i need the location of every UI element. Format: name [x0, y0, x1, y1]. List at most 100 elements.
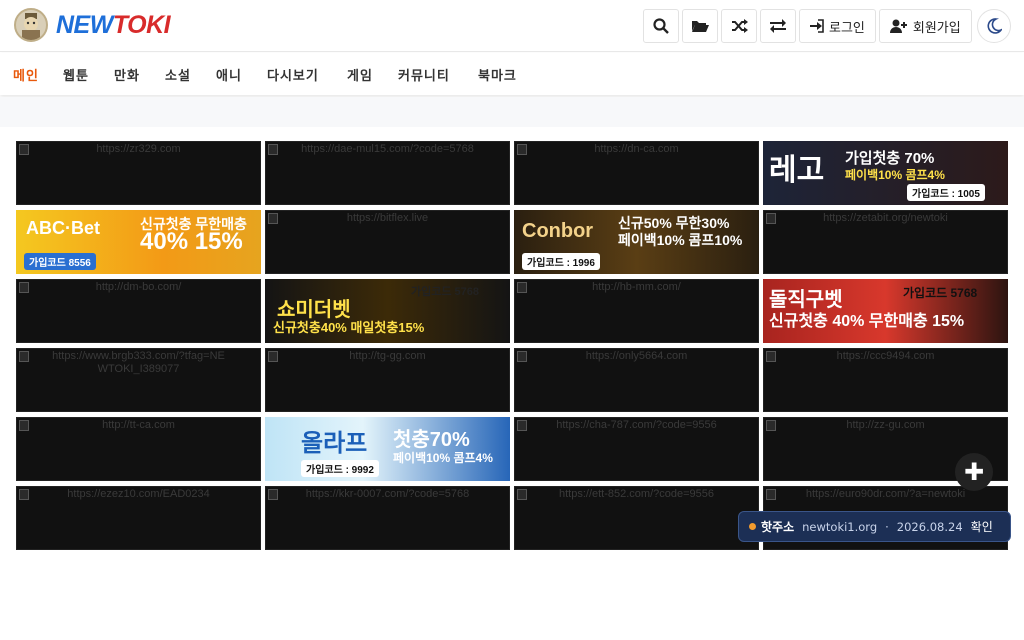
banner-alt-url: http://dm-bo.com/: [95, 281, 182, 293]
ad-text-line3: 페이백10% 콤프4%: [845, 168, 945, 182]
ad-banner[interactable]: 올라프 첫충70% 페이백10% 콤프4% 가입코드 : 9992: [265, 417, 510, 481]
ad-text-line1: 레고: [769, 154, 825, 187]
sign-in-icon: [810, 19, 824, 33]
nav-item-novel[interactable]: 소설: [165, 65, 191, 84]
site-name-part2: TOKI: [112, 10, 171, 39]
banner-tile[interactable]: http://tg-gg.com: [265, 348, 510, 412]
notice-domain: newtoki1.org: [802, 519, 878, 534]
ad-text-line3: 신규첫충40% 매일첫충15%: [273, 320, 425, 335]
moon-icon: [987, 18, 1002, 34]
notice-label: 핫주소: [761, 520, 795, 534]
ad-code-badge: 가입코드 : 1996: [522, 253, 600, 270]
banner-alt-url: http://tg-gg.com: [349, 350, 426, 362]
banner-tile[interactable]: https://ccc9494.com: [763, 348, 1008, 412]
banner-alt-url: http://hb-mm.com/: [592, 281, 681, 293]
banner-tile[interactable]: http://dm-bo.com/: [16, 279, 261, 343]
hot-address-notice[interactable]: 핫주소 newtoki1.org · 2026.08.24 확인: [738, 511, 1011, 542]
main-nav: 메인 웹툰 만화 소설 애니 다시보기 게임 커뮤니티 북마크: [0, 53, 1024, 95]
site-logo[interactable]: NEWTOKI: [14, 8, 171, 42]
nav-item-community[interactable]: 커뮤니티: [398, 65, 450, 84]
ad-text-line3: 페이백10% 콤프4%: [393, 451, 493, 465]
ad-banner[interactable]: ABC·Bet 신규첫충 무한매충 40% 15% 가입코드 8556: [16, 210, 261, 274]
ad-text-line2: 가입첫충 70%: [845, 150, 935, 167]
ad-text-line1: ABC·Bet: [26, 218, 100, 238]
ad-text-line2: 첫충70%: [393, 429, 470, 451]
ad-banner[interactable]: 쇼미더벳 가입코드 5768 신규첫충40% 매일첫충15%: [265, 279, 510, 343]
plus-icon: ✚: [963, 458, 985, 486]
ad-text-line1: 올라프: [301, 430, 368, 457]
banner-tile[interactable]: https://ezez10.com/EAD0234: [16, 486, 261, 550]
login-button[interactable]: 로그인: [799, 9, 876, 43]
ad-text-line3: 신규첫충 40% 무한매충 15%: [769, 313, 965, 330]
banner-tile[interactable]: https://dae-mul15.com/?code=5768: [265, 141, 510, 205]
ad-text-line2: 가입코드 5768: [903, 286, 978, 300]
banner-tile[interactable]: http://tt-ca.com: [16, 417, 261, 481]
folder-open-icon: [692, 21, 709, 32]
search-button[interactable]: [643, 9, 679, 43]
user-plus-icon: [889, 19, 907, 33]
ad-text-line2: 가입코드 5768: [411, 286, 480, 298]
nav-item-anime[interactable]: 애니: [216, 65, 242, 84]
folder-button[interactable]: [682, 9, 718, 43]
signup-button[interactable]: 회원가입: [878, 9, 972, 43]
toolbar: 로그인 회원가입: [643, 9, 972, 43]
dark-mode-toggle[interactable]: [977, 9, 1011, 43]
banner-tile[interactable]: https://www.brgb333.com/?tfag=NEWTOKI_I3…: [16, 348, 261, 412]
banner-alt-url: https://kkr-0007.com/?code=5768: [305, 488, 470, 500]
banner-alt-url: https://only5664.com: [585, 350, 688, 362]
banner-tile[interactable]: https://cha-787.com/?code=9556: [514, 417, 759, 481]
ad-banner[interactable]: Conbor 신규50% 무한30% 페이백10% 콤프10% 가입코드 : 1996: [514, 210, 759, 274]
banner-alt-url: https://bitflex.live: [346, 212, 429, 224]
nav-item-bookmark[interactable]: 북마크: [478, 65, 517, 84]
banner-tile[interactable]: https://ett-852.com/?code=9556: [514, 486, 759, 550]
expand-button[interactable]: ✚: [955, 453, 993, 491]
nav-item-rewatch[interactable]: 다시보기: [267, 65, 319, 84]
nav-item-game[interactable]: 게임: [347, 65, 373, 84]
banner-tile[interactable]: https://zetabit.org/newtoki: [763, 210, 1008, 274]
site-name: NEWTOKI: [56, 10, 171, 40]
random-button[interactable]: [721, 9, 757, 43]
notice-confirm-link[interactable]: 확인: [971, 518, 993, 535]
ad-code-badge: 가입코드 8556: [24, 253, 96, 270]
ad-banner[interactable]: 레고 가입첫충 70% 페이백10% 콤프4% 가입코드 : 1005: [763, 141, 1008, 205]
banner-alt-url: https://dae-mul15.com/?code=5768: [301, 143, 474, 155]
content-header-band: [0, 97, 1024, 127]
banner-tile[interactable]: https://bitflex.live: [265, 210, 510, 274]
switch-button[interactable]: [760, 9, 796, 43]
ad-text-line1: Conbor: [522, 220, 594, 242]
nav-item-main[interactable]: 메인: [13, 65, 39, 84]
banner-alt-url: http://tt-ca.com: [102, 419, 175, 431]
banner-tile[interactable]: https://zr329.com: [16, 141, 261, 205]
banner-alt-url: https://dn-ca.com: [594, 143, 679, 155]
ad-text-line3: 페이백10% 콤프10%: [618, 232, 743, 248]
banner-alt-url: https://www.brgb333.com/?tfag=NEWTOKI_I3…: [52, 350, 225, 375]
ad-text-line3: 40% 15%: [140, 228, 243, 255]
banner-alt-url: https://ett-852.com/?code=9556: [558, 488, 715, 500]
login-label: 로그인: [829, 20, 865, 36]
banner-tile[interactable]: https://only5664.com: [514, 348, 759, 412]
top-bar: NEWTOKI 로그인 회원가입: [0, 0, 1024, 52]
banner-tile[interactable]: http://hb-mm.com/: [514, 279, 759, 343]
banner-alt-url: https://cha-787.com/?code=9556: [556, 419, 717, 431]
logo-mascot-icon: [14, 8, 48, 42]
signup-label: 회원가입: [912, 20, 961, 36]
notice-date: 2026.08.24: [896, 519, 963, 534]
nav-item-webtoon[interactable]: 웹툰: [63, 65, 89, 84]
nav-item-manga[interactable]: 만화: [114, 65, 140, 84]
banner-alt-url: https://zr329.com: [96, 143, 181, 155]
banner-tile[interactable]: https://dn-ca.com: [514, 141, 759, 205]
ad-banner[interactable]: 돌직구벳 가입코드 5768 신규첫충 40% 무한매충 15%: [763, 279, 1008, 343]
banner-alt-url: http://zz-gu.com: [846, 419, 925, 431]
banner-tile[interactable]: https://kkr-0007.com/?code=5768: [265, 486, 510, 550]
banner-grid: https://zr329.com https://dae-mul15.com/?…: [16, 141, 1008, 550]
banner-alt-url: https://zetabit.org/newtoki: [823, 212, 948, 224]
shuffle-icon: [731, 19, 748, 33]
exchange-arrows-icon: [770, 19, 786, 33]
banner-alt-url: https://ezez10.com/EAD0234: [67, 488, 210, 500]
notice-dot-icon: [749, 523, 756, 530]
banner-alt-url: https://ccc9494.com: [836, 350, 935, 362]
ad-code-badge: 가입코드 : 9992: [301, 460, 379, 477]
notice-separator: ·: [885, 519, 889, 534]
ad-code-badge: 가입코드 : 1005: [907, 184, 985, 201]
search-icon: [653, 18, 669, 34]
